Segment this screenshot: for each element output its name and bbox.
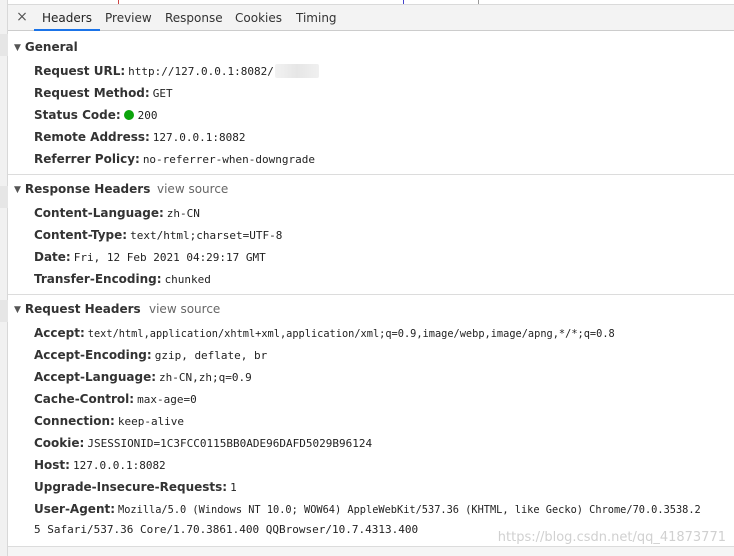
header-row: User-Agent: Mozilla/5.0 (Windows NT 10.0;… xyxy=(34,500,701,518)
header-key: Host: xyxy=(34,458,70,472)
header-key: Transfer-Encoding: xyxy=(34,272,162,286)
header-row: Transfer-Encoding: chunked xyxy=(34,270,211,288)
header-value: JSESSIONID=1C3FCC0115BB0ADE96DAFD5029B96… xyxy=(87,437,373,450)
close-icon[interactable]: × xyxy=(14,8,30,26)
header-key: Connection: xyxy=(34,414,115,428)
watermark-text: https://blog.csdn.net/qq_41873771 xyxy=(497,530,726,545)
header-value: http://127.0.0.1:8082/ xyxy=(128,65,274,78)
header-key: Accept-Language: xyxy=(34,370,157,384)
left-panel-edge xyxy=(0,0,8,556)
header-row: Upgrade-Insecure-Requests: 1 xyxy=(34,478,237,496)
redacted-blur xyxy=(274,64,319,78)
section-divider xyxy=(8,294,734,295)
section-divider xyxy=(8,174,734,175)
status-ok-icon xyxy=(123,110,134,120)
header-value: text/html,application/xhtml+xml,applicat… xyxy=(87,328,615,340)
view-source-link[interactable]: view source xyxy=(157,180,228,198)
left-panel-segment xyxy=(0,34,8,56)
header-key: Referrer Policy: xyxy=(34,152,140,166)
header-value: zh-CN xyxy=(166,207,200,220)
header-value: chunked xyxy=(164,273,211,286)
header-row: Content-Language: zh-CN xyxy=(34,204,200,222)
header-key: Accept-Encoding: xyxy=(34,348,152,362)
triangle-down-icon: ▼ xyxy=(14,305,21,315)
header-key: User-Agent: xyxy=(34,502,116,516)
triangle-down-icon: ▼ xyxy=(14,185,21,195)
tab-response[interactable]: Response xyxy=(157,5,231,31)
header-row: Connection: keep-alive xyxy=(34,412,184,430)
header-key: Accept: xyxy=(34,326,85,340)
tab-cookies[interactable]: Cookies xyxy=(227,5,290,31)
header-key: Upgrade-Insecure-Requests: xyxy=(34,480,228,494)
header-row: Remote Address: 127.0.0.1:8082 xyxy=(34,128,246,146)
section-title: Response Headers xyxy=(24,182,151,196)
header-row: Date: Fri, 12 Feb 2021 04:29:17 GMT xyxy=(34,248,266,266)
header-row: Cache-Control: max-age=0 xyxy=(34,390,197,408)
triangle-down-icon: ▼ xyxy=(14,43,21,53)
section-general-toggle[interactable]: ▼ General xyxy=(14,38,78,56)
tab-timing[interactable]: Timing xyxy=(288,5,345,31)
header-value: Mozilla/5.0 (Windows NT 10.0; WOW64) App… xyxy=(118,504,701,516)
header-row: Request Method: GET xyxy=(34,84,173,102)
details-tab-bar: × Headers Preview Response Cookies Timin… xyxy=(8,4,734,31)
section-title: Request Headers xyxy=(24,302,141,316)
header-value: max-age=0 xyxy=(137,393,197,406)
header-value: 1 xyxy=(230,481,237,494)
view-source-link[interactable]: view source xyxy=(149,300,220,318)
header-key: Request URL: xyxy=(34,64,126,78)
header-value: Fri, 12 Feb 2021 04:29:17 GMT xyxy=(73,251,266,264)
header-key: Content-Type: xyxy=(34,228,128,242)
header-row: Referrer Policy: no-referrer-when-downgra… xyxy=(34,150,315,168)
header-row: Accept-Language: zh-CN,zh;q=0.9 xyxy=(34,368,252,386)
tab-headers[interactable]: Headers xyxy=(34,5,100,31)
header-value: gzip, deflate, br xyxy=(154,349,268,362)
left-panel-segment xyxy=(0,186,8,208)
header-row: Accept-Encoding: gzip, deflate, br xyxy=(34,346,267,364)
tab-preview[interactable]: Preview xyxy=(97,5,160,31)
header-key: Request Method: xyxy=(34,86,150,100)
header-key: Status Code: xyxy=(34,108,121,122)
header-row: Content-Type: text/html;charset=UTF-8 xyxy=(34,226,282,244)
header-row: Status Code: 200 xyxy=(34,106,158,124)
header-value: zh-CN,zh;q=0.9 xyxy=(159,371,252,384)
header-value: no-referrer-when-downgrade xyxy=(142,153,315,166)
section-response-headers-toggle[interactable]: ▼ Response Headers xyxy=(14,180,150,198)
header-key: Cache-Control: xyxy=(34,392,135,406)
section-title: General xyxy=(24,40,78,54)
header-key: Cookie: xyxy=(34,436,85,450)
section-request-headers-toggle[interactable]: ▼ Request Headers xyxy=(14,300,141,318)
header-value: GET xyxy=(152,87,173,100)
header-key: Remote Address: xyxy=(34,130,150,144)
header-row: Cookie: JSESSIONID=1C3FCC0115BB0ADE96DAFD… xyxy=(34,434,372,452)
bottom-edge xyxy=(8,546,734,556)
header-value: 127.0.0.1:8082 xyxy=(72,459,166,472)
header-value: 127.0.0.1:8082 xyxy=(152,131,246,144)
header-value: keep-alive xyxy=(117,415,185,428)
header-value-continuation: 5 Safari/537.36 Core/1.70.3861.400 QQBro… xyxy=(34,523,419,536)
header-key: Content-Language: xyxy=(34,206,164,220)
header-row: Host: 127.0.0.1:8082 xyxy=(34,456,166,474)
header-key: Date: xyxy=(34,250,71,264)
header-value: 200 xyxy=(137,109,158,122)
left-panel-segment xyxy=(0,300,8,322)
header-value: text/html;charset=UTF-8 xyxy=(130,229,283,242)
header-row: Accept: text/html,application/xhtml+xml,a… xyxy=(34,324,615,342)
header-row: Request URL: http://127.0.0.1:8082/ xyxy=(34,62,319,80)
